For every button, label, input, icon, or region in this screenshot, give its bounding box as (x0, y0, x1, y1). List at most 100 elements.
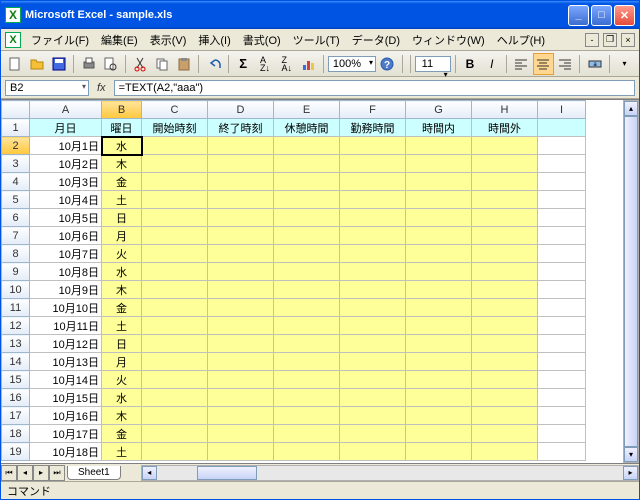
cell-H12[interactable] (472, 317, 538, 335)
paste-icon[interactable] (173, 53, 194, 75)
cell-I4[interactable] (538, 173, 586, 191)
cell-I8[interactable] (538, 245, 586, 263)
row-header[interactable]: 18 (2, 425, 30, 443)
align-center-icon[interactable] (533, 53, 554, 75)
cell-E10[interactable] (274, 281, 340, 299)
cell-E12[interactable] (274, 317, 340, 335)
cell-H16[interactable] (472, 389, 538, 407)
cell-D2[interactable] (208, 137, 274, 155)
name-box[interactable]: B2 (5, 80, 89, 96)
fx-icon[interactable]: fx (91, 82, 112, 94)
cell-E1[interactable]: 休憩時間 (274, 119, 340, 137)
cell-F3[interactable] (340, 155, 406, 173)
cell-G11[interactable] (406, 299, 472, 317)
cell-B9[interactable]: 水 (102, 263, 142, 281)
cell-G13[interactable] (406, 335, 472, 353)
cell-I16[interactable] (538, 389, 586, 407)
cell-I3[interactable] (538, 155, 586, 173)
col-header-E[interactable]: E (274, 101, 340, 119)
cell-B17[interactable]: 木 (102, 407, 142, 425)
cell-C15[interactable] (142, 371, 208, 389)
menu-file[interactable]: ファイル(F) (25, 30, 95, 50)
tab-first-icon[interactable]: ⏮ (1, 465, 17, 481)
row-header[interactable]: 17 (2, 407, 30, 425)
row-header[interactable]: 3 (2, 155, 30, 173)
cell-F11[interactable] (340, 299, 406, 317)
cell-F14[interactable] (340, 353, 406, 371)
align-right-icon[interactable] (555, 53, 576, 75)
col-header-D[interactable]: D (208, 101, 274, 119)
cell-F7[interactable] (340, 227, 406, 245)
cell-A3[interactable]: 10月2日 (30, 155, 102, 173)
tab-prev-icon[interactable]: ◂ (17, 465, 33, 481)
cell-E7[interactable] (274, 227, 340, 245)
title-bar[interactable]: X Microsoft Excel - sample.xls _ □ ✕ (1, 1, 639, 29)
cell-E18[interactable] (274, 425, 340, 443)
cell-H17[interactable] (472, 407, 538, 425)
scroll-left-icon[interactable]: ◂ (142, 466, 157, 480)
cell-I14[interactable] (538, 353, 586, 371)
row-header[interactable]: 13 (2, 335, 30, 353)
col-header-H[interactable]: H (472, 101, 538, 119)
cell-I13[interactable] (538, 335, 586, 353)
cell-H19[interactable] (472, 443, 538, 461)
cell-D5[interactable] (208, 191, 274, 209)
cell-B16[interactable]: 水 (102, 389, 142, 407)
row-header[interactable]: 12 (2, 317, 30, 335)
cell-B15[interactable]: 火 (102, 371, 142, 389)
cell-H2[interactable] (472, 137, 538, 155)
row-header[interactable]: 10 (2, 281, 30, 299)
new-icon[interactable] (5, 53, 26, 75)
menu-help[interactable]: ヘルプ(H) (491, 30, 551, 50)
col-header-F[interactable]: F (340, 101, 406, 119)
cell-C10[interactable] (142, 281, 208, 299)
cell-D16[interactable] (208, 389, 274, 407)
cell-B14[interactable]: 月 (102, 353, 142, 371)
italic-icon[interactable]: I (481, 53, 502, 75)
cell-G18[interactable] (406, 425, 472, 443)
sort-asc-icon[interactable]: AZ↓ (255, 53, 276, 75)
cell-G1[interactable]: 時間内 (406, 119, 472, 137)
cell-G12[interactable] (406, 317, 472, 335)
menu-view[interactable]: 表示(V) (144, 30, 193, 50)
row-header[interactable]: 6 (2, 209, 30, 227)
cell-G4[interactable] (406, 173, 472, 191)
cell-B10[interactable]: 木 (102, 281, 142, 299)
cell-E4[interactable] (274, 173, 340, 191)
cell-A5[interactable]: 10月4日 (30, 191, 102, 209)
cell-C9[interactable] (142, 263, 208, 281)
mdi-restore-button[interactable]: ❐ (603, 33, 617, 47)
cell-A19[interactable]: 10月18日 (30, 443, 102, 461)
cell-B2[interactable]: 水 (102, 137, 142, 155)
undo-icon[interactable] (203, 53, 224, 75)
cut-icon[interactable] (130, 53, 151, 75)
cell-A14[interactable]: 10月13日 (30, 353, 102, 371)
cell-A6[interactable]: 10月5日 (30, 209, 102, 227)
print-preview-icon[interactable] (100, 53, 121, 75)
cell-D7[interactable] (208, 227, 274, 245)
close-button[interactable]: ✕ (614, 5, 635, 26)
cell-C8[interactable] (142, 245, 208, 263)
cell-A16[interactable]: 10月15日 (30, 389, 102, 407)
cell-C17[interactable] (142, 407, 208, 425)
cell-G16[interactable] (406, 389, 472, 407)
cell-I7[interactable] (538, 227, 586, 245)
toolbar-options-icon[interactable]: ▾ (614, 53, 635, 75)
cell-G6[interactable] (406, 209, 472, 227)
cell-I2[interactable] (538, 137, 586, 155)
menu-edit[interactable]: 編集(E) (95, 30, 144, 50)
cell-E2[interactable] (274, 137, 340, 155)
cell-I18[interactable] (538, 425, 586, 443)
cell-G14[interactable] (406, 353, 472, 371)
cell-B19[interactable]: 土 (102, 443, 142, 461)
cell-B6[interactable]: 日 (102, 209, 142, 227)
row-header[interactable]: 7 (2, 227, 30, 245)
menu-data[interactable]: データ(D) (346, 30, 406, 50)
save-icon[interactable] (49, 53, 70, 75)
cell-C7[interactable] (142, 227, 208, 245)
cell-I19[interactable] (538, 443, 586, 461)
cell-B11[interactable]: 金 (102, 299, 142, 317)
cell-C16[interactable] (142, 389, 208, 407)
col-header-I[interactable]: I (538, 101, 586, 119)
font-size-combo[interactable]: 11 (415, 56, 451, 72)
